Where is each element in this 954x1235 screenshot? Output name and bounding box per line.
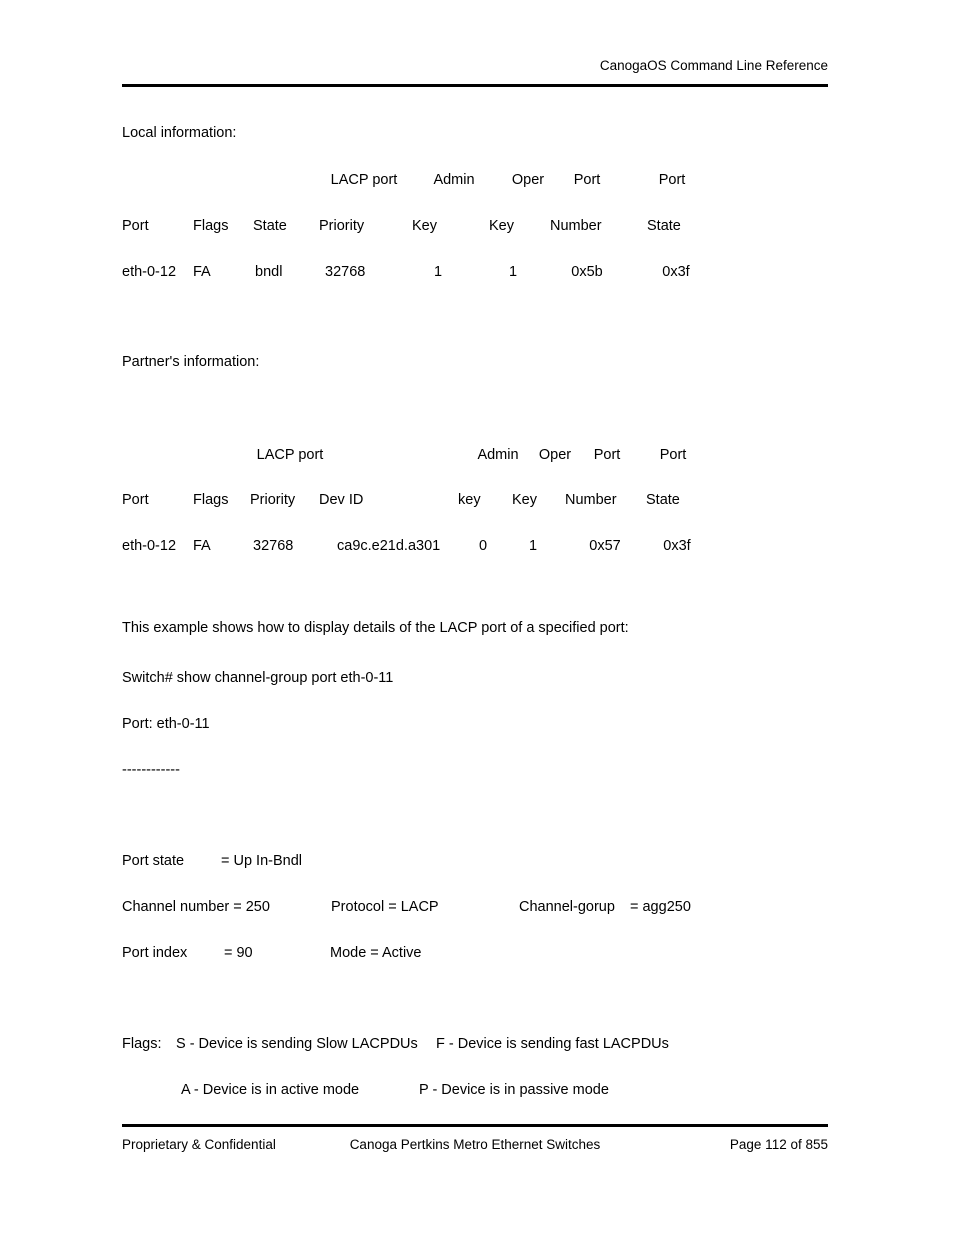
partner-cell-number: 0x57 xyxy=(589,538,621,554)
port-state-value: = Up In-Bndl xyxy=(221,853,303,869)
channel-number-label: Channel number = 250 xyxy=(122,899,270,915)
local-header-admin-key: Key xyxy=(412,218,437,234)
channel-group-value: = agg250 xyxy=(630,899,691,915)
flags-legend-title: Flags: xyxy=(122,1036,162,1052)
port-identifier-text: Port: eth-0-11 xyxy=(122,716,210,732)
partner-cell-admin-key: 0 xyxy=(478,538,488,554)
partner-header-port-state-top: Port xyxy=(659,447,687,463)
mode-label: Mode = Active xyxy=(330,945,422,961)
command-line-text: Switch# show channel-group port eth-0-11 xyxy=(122,670,394,686)
partner-header-admin: Admin xyxy=(477,447,519,463)
local-header-oper-key: Key xyxy=(489,218,514,234)
flags-legend-active: A - Device is in active mode xyxy=(181,1082,360,1098)
port-index-label: Port index xyxy=(122,945,188,961)
local-header-priority: Priority xyxy=(319,218,365,234)
channel-group-label: Channel-gorup xyxy=(519,899,615,915)
local-header-lacp-port: LACP port xyxy=(330,172,398,188)
partner-header-dev-id: Dev ID xyxy=(319,492,364,508)
partner-cell-dev-id: ca9c.e21d.a301 xyxy=(337,538,441,554)
partner-header-number: Number xyxy=(565,492,617,508)
partner-cell-priority: 32768 xyxy=(253,538,294,554)
header-rule xyxy=(122,84,828,87)
footer-page-number: Page 112 of 855 xyxy=(729,1137,828,1152)
local-header-number: Number xyxy=(550,218,602,234)
partner-header-priority: Priority xyxy=(250,492,296,508)
footer-rule xyxy=(122,1124,828,1127)
local-header-state: State xyxy=(253,218,287,234)
partner-header-port-number-top: Port xyxy=(593,447,621,463)
local-header-port-state: State xyxy=(647,218,681,234)
partner-header-flags: Flags xyxy=(193,492,229,508)
flags-legend-fast: F - Device is sending fast LACPDUs xyxy=(436,1036,669,1052)
local-header-port-number-top: Port xyxy=(573,172,601,188)
local-header-flags: Flags xyxy=(193,218,229,234)
example-intro-text: This example shows how to display detail… xyxy=(122,620,629,636)
local-information-label: Local information: xyxy=(122,125,237,141)
local-cell-state: bndl xyxy=(255,264,283,280)
protocol-label: Protocol = LACP xyxy=(331,899,439,915)
local-cell-priority: 32768 xyxy=(325,264,366,280)
flags-legend-passive: P - Device is in passive mode xyxy=(419,1082,609,1098)
partner-cell-oper-key: 1 xyxy=(528,538,538,554)
port-index-value: = 90 xyxy=(224,945,253,961)
port-state-label: Port state xyxy=(122,853,185,869)
partner-header-port: Port xyxy=(122,492,149,508)
local-cell-oper-key: 1 xyxy=(508,264,518,280)
page-header: CanogaOS Command Line Reference xyxy=(122,58,828,82)
partner-information-label: Partner's information: xyxy=(122,354,260,370)
local-cell-number: 0x5b xyxy=(571,264,603,280)
local-header-port: Port xyxy=(122,218,149,234)
document-page: CanogaOS Command Line Reference Local in… xyxy=(0,0,954,1235)
partner-header-oper-key: Key xyxy=(512,492,537,508)
flags-legend-slow: S - Device is sending Slow LACPDUs xyxy=(176,1036,418,1052)
header-title: CanogaOS Command Line Reference xyxy=(599,58,828,73)
separator-dashes: ------------ xyxy=(122,762,180,778)
page-footer: Proprietary & Confidential Canoga Pertki… xyxy=(122,1136,828,1156)
local-cell-flags: FA xyxy=(193,264,211,280)
partner-cell-port-state: 0x3f xyxy=(663,538,691,554)
partner-cell-flags: FA xyxy=(193,538,211,554)
local-header-admin: Admin xyxy=(433,172,475,188)
partner-header-admin-key: key xyxy=(458,492,481,508)
local-header-port-state-top: Port xyxy=(658,172,686,188)
footer-product-name: Canoga Pertkins Metro Ethernet Switches xyxy=(349,1137,601,1152)
partner-header-port-state: State xyxy=(646,492,680,508)
partner-header-lacp-port: LACP port xyxy=(256,447,324,463)
local-cell-admin-key: 1 xyxy=(433,264,443,280)
local-cell-port-state: 0x3f xyxy=(662,264,690,280)
